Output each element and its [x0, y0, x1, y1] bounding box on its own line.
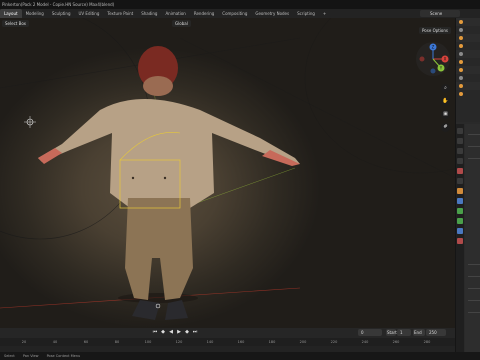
- ruler-tick: 140: [206, 340, 214, 344]
- ruler-tick: 180: [268, 340, 276, 344]
- status-pose-context-menu: Pose Context Menu: [46, 354, 81, 358]
- ruler-tick: 40: [52, 340, 58, 344]
- bone-tab-icon[interactable]: [457, 218, 463, 224]
- play-reverse-icon[interactable]: ◀: [168, 329, 174, 335]
- tab-sculpting[interactable]: Sculpting: [48, 9, 75, 18]
- tab-geometry-nodes[interactable]: Geometry Nodes: [251, 9, 293, 18]
- list-item[interactable]: [456, 26, 480, 34]
- gizmo-y-label: Y: [439, 65, 443, 70]
- viewport-scene: [0, 18, 455, 320]
- ruler-tick: 60: [83, 340, 89, 344]
- timeline-ruler[interactable]: 20 40 60 80 100 120 140 160 180 200 220 …: [0, 338, 455, 346]
- select-box-tool[interactable]: Select Box: [2, 19, 30, 27]
- list-item[interactable]: [456, 90, 480, 98]
- tab-texture-paint[interactable]: Texture Paint: [103, 9, 137, 18]
- grid-icon[interactable]: #: [441, 123, 450, 132]
- outliner[interactable]: [456, 18, 480, 122]
- list-item[interactable]: [456, 42, 480, 50]
- ruler-tick: 20: [21, 340, 27, 344]
- object-tab-icon[interactable]: [457, 188, 463, 194]
- status-pan-view: Pan View: [22, 354, 39, 358]
- start-frame-field[interactable]: 1: [397, 329, 411, 336]
- camera-icon[interactable]: ▣: [441, 110, 450, 119]
- properties-editor[interactable]: [465, 124, 480, 360]
- tab-scripting[interactable]: Scripting: [293, 9, 319, 18]
- right-panel: [455, 18, 480, 360]
- 3d-viewport[interactable]: Select Box Global Pose Options X Z Y ⌕ ✋…: [0, 18, 455, 328]
- world-tab-icon[interactable]: [457, 178, 463, 184]
- tool-tab-icon[interactable]: [457, 128, 463, 134]
- output-tab-icon[interactable]: [457, 148, 463, 154]
- prev-keyframe-icon[interactable]: ◆: [160, 329, 166, 335]
- next-keyframe-icon[interactable]: ◆: [184, 329, 190, 335]
- ruler-tick: 260: [392, 340, 400, 344]
- ruler-tick: 100: [144, 340, 152, 344]
- scene-tab-icon[interactable]: [457, 168, 463, 174]
- ruler-tick: 220: [330, 340, 338, 344]
- list-item[interactable]: [456, 50, 480, 58]
- material-tab-icon[interactable]: [457, 238, 463, 244]
- view-layer-tab-icon[interactable]: [457, 158, 463, 164]
- add-workspace-button[interactable]: +: [319, 9, 330, 18]
- navigation-gizmo[interactable]: X Z Y: [414, 40, 452, 78]
- tab-compositing[interactable]: Compositing: [218, 9, 251, 18]
- tab-animation[interactable]: Animation: [161, 9, 189, 18]
- tab-shading[interactable]: Shading: [137, 9, 161, 18]
- gizmo-x-label: X: [444, 56, 447, 61]
- viewport-header: Select Box Global: [0, 18, 455, 28]
- tab-uv-editing[interactable]: UV Editing: [75, 9, 104, 18]
- hand-icon[interactable]: ✋: [441, 97, 450, 106]
- viewport-navigation: ⌕ ✋ ▣ #: [441, 84, 450, 132]
- data-tab-icon[interactable]: [457, 208, 463, 214]
- ruler-tick: 280: [423, 340, 431, 344]
- list-item[interactable]: [456, 34, 480, 42]
- list-item[interactable]: [456, 74, 480, 82]
- pose-options-button[interactable]: Pose Options: [419, 27, 451, 34]
- list-item[interactable]: [456, 18, 480, 26]
- end-frame-field[interactable]: 250: [426, 329, 446, 336]
- jump-start-icon[interactable]: ⏮: [152, 329, 158, 335]
- character-model: [38, 46, 300, 320]
- playback-controls: ⏮ ◆ ◀ ▶ ◆ ⏭: [152, 329, 198, 335]
- list-item[interactable]: [456, 58, 480, 66]
- gizmo-z-label: Z: [432, 44, 435, 49]
- workspace-tabs: Layout Modeling Sculpting UV Editing Tex…: [0, 9, 480, 18]
- zoom-icon[interactable]: ⌕: [441, 84, 450, 93]
- scene-selector[interactable]: Scene: [420, 10, 460, 17]
- ruler-tick: 240: [361, 340, 369, 344]
- ruler-tick: 160: [237, 340, 245, 344]
- ruler-tick: 200: [299, 340, 307, 344]
- constraint-tab-icon[interactable]: [457, 228, 463, 234]
- properties-tabs: [456, 124, 464, 360]
- status-bar: Select Pan View Pose Context Menu: [0, 352, 480, 360]
- tab-rendering[interactable]: Rendering: [190, 9, 218, 18]
- current-frame-field[interactable]: 0: [358, 329, 382, 336]
- render-tab-icon[interactable]: [457, 138, 463, 144]
- tab-modeling[interactable]: Modeling: [22, 9, 48, 18]
- status-select: Select: [4, 354, 15, 358]
- jump-end-icon[interactable]: ⏭: [192, 329, 198, 335]
- tab-layout[interactable]: Layout: [0, 9, 22, 18]
- play-icon[interactable]: ▶: [176, 329, 182, 335]
- window-title: Pinkerton(Pack 2 Model - Copie.HN Source…: [0, 0, 480, 9]
- list-item[interactable]: [456, 82, 480, 90]
- orientation-dropdown[interactable]: Global: [172, 19, 191, 27]
- list-item[interactable]: [456, 66, 480, 74]
- modifier-tab-icon[interactable]: [457, 198, 463, 204]
- ruler-tick: 80: [114, 340, 120, 344]
- end-label: End: [413, 329, 425, 336]
- start-label: Start: [386, 329, 397, 336]
- ruler-tick: 120: [175, 340, 183, 344]
